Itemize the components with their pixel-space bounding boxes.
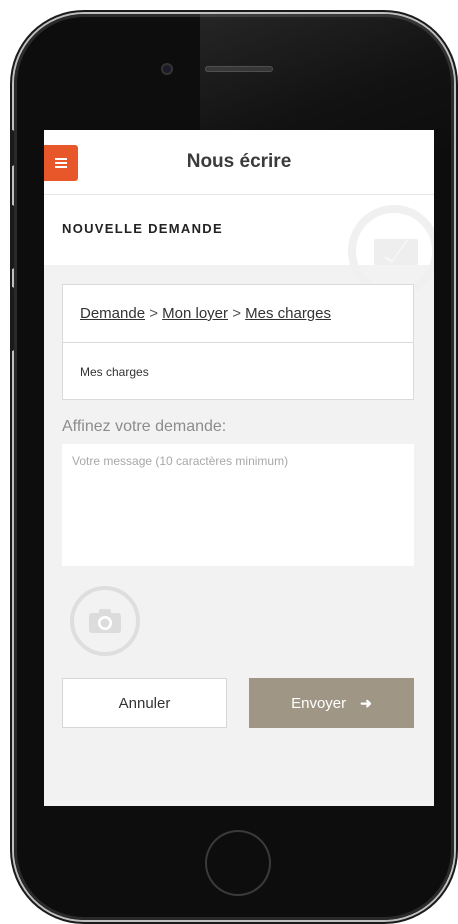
cancel-button-label: Annuler [118,694,171,712]
refine-label: Affinez votre demande: [62,418,227,435]
section-header: NOUVELLE DEMANDE [44,195,434,297]
front-camera [161,63,173,75]
earpiece-speaker [205,66,273,72]
breadcrumb: Demande > Mon loyer > Mes charges [80,305,331,322]
message-textarea[interactable] [62,444,414,566]
menu-button[interactable] [44,145,78,181]
app-screen: Nous écrire NOUVELLE DEMANDE Demande > M… [44,130,434,806]
send-button-label: Envoyer [291,694,347,712]
page-title: Nous écrire [186,151,292,172]
arrow-right-icon: ➜ [360,694,372,711]
breadcrumb-mon-loyer[interactable]: Mon loyer [162,305,228,322]
home-button[interactable] [205,830,271,896]
cancel-button[interactable]: Annuler [62,678,227,728]
app-header: Nous écrire [44,130,434,195]
breadcrumb-separator: > [149,305,158,322]
breadcrumb-separator: > [232,305,241,322]
volume-up-button [10,205,14,269]
card-divider [63,342,413,343]
volume-down-button [10,287,14,351]
breadcrumb-demande[interactable]: Demande [80,305,145,322]
camera-icon [89,609,121,633]
breadcrumb-mes-charges[interactable]: Mes charges [245,305,331,322]
category-card: Demande > Mon loyer > Mes charges Mes ch… [62,284,414,400]
hamburger-icon [55,158,67,168]
add-photo-button[interactable] [70,586,140,656]
send-button[interactable]: Envoyer ➜ [249,678,414,728]
mute-switch [10,130,14,166]
section-title: NOUVELLE DEMANDE [62,221,223,236]
selected-category: Mes charges [80,365,149,379]
